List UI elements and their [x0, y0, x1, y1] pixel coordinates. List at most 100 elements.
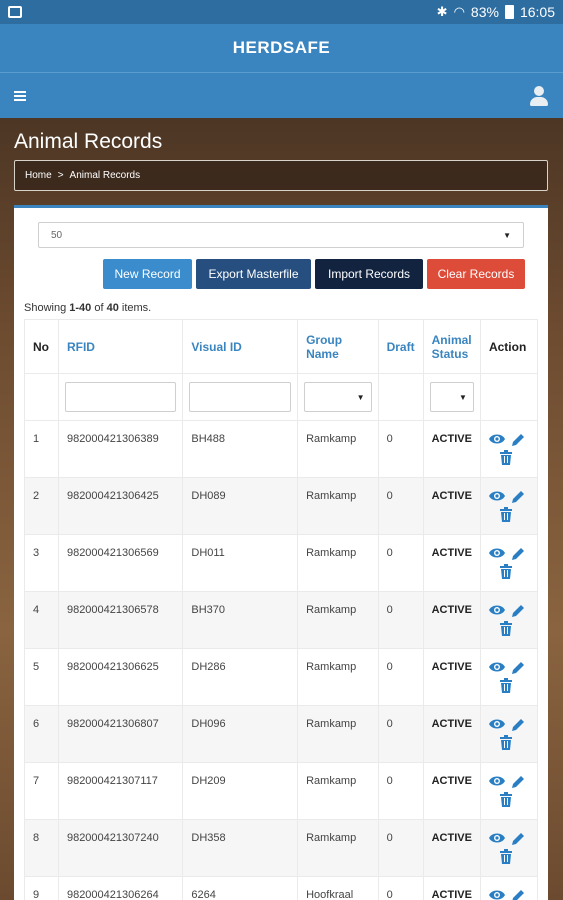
trash-icon[interactable]	[499, 450, 513, 465]
chevron-down-icon: ▼	[459, 392, 467, 402]
cell-draft: 0	[377, 477, 424, 535]
pencil-icon[interactable]	[511, 832, 525, 846]
cell-rfid: 982000421306625	[57, 648, 184, 706]
table-row: 9 982000421306264 6264 Hoofkraal 0 ACTIV…	[24, 876, 539, 900]
row-actions	[488, 490, 529, 522]
header-draft[interactable]: Draft	[377, 319, 424, 374]
pencil-icon[interactable]	[511, 661, 525, 675]
pencil-icon[interactable]	[511, 889, 525, 900]
rfid-filter-input[interactable]	[64, 382, 177, 412]
cell-draft: 0	[377, 534, 424, 592]
cell-draft: 0	[377, 876, 424, 900]
cell-status: ACTIVE	[422, 819, 481, 877]
header-visual-id[interactable]: Visual ID	[182, 319, 299, 374]
page-size-value: 50	[51, 229, 63, 241]
eye-icon[interactable]	[488, 775, 505, 787]
cell-rfid: 982000421306264	[57, 876, 184, 900]
trash-icon[interactable]	[499, 621, 513, 636]
eye-icon[interactable]	[488, 718, 505, 730]
status-right: ✱ ◠ 83% 16:05	[437, 4, 555, 20]
eye-icon[interactable]	[488, 490, 505, 502]
cell-actions	[479, 591, 539, 649]
trash-icon[interactable]	[499, 792, 513, 807]
breadcrumb-home-link[interactable]: Home	[25, 170, 52, 181]
table-row: 8 982000421307240 DH358 Ramkamp 0 ACTIVE	[24, 819, 539, 877]
filter-cell-group: ▼	[297, 373, 379, 421]
cell-status: ACTIVE	[422, 534, 481, 592]
header-group-name[interactable]: Group Name	[297, 319, 379, 374]
eye-icon[interactable]	[488, 604, 505, 616]
page-title: Animal Records	[14, 130, 163, 153]
cell-status: ACTIVE	[422, 477, 481, 535]
table-row: 5 982000421306625 DH286 Ramkamp 0 ACTIVE	[24, 648, 539, 706]
cell-no: 1	[24, 420, 59, 478]
page-size-select[interactable]: 50 ▼	[38, 222, 524, 248]
cell-rfid: 982000421306389	[57, 420, 184, 478]
cell-rfid: 982000421306807	[57, 705, 184, 763]
visual-id-filter-input[interactable]	[189, 382, 292, 412]
eye-icon[interactable]	[488, 547, 505, 559]
filter-cell-status: ▼	[422, 373, 481, 421]
breadcrumb-current: Animal Records	[69, 170, 141, 181]
cell-actions	[479, 648, 539, 706]
table-header-row: No RFID Visual ID Group Name Draft Animal…	[24, 319, 539, 374]
clock: 16:05	[519, 4, 555, 20]
cell-no: 8	[24, 819, 59, 877]
cell-group: Ramkamp	[297, 762, 379, 820]
cell-no: 3	[24, 534, 59, 592]
cell-no: 6	[24, 705, 59, 763]
app-title-bar: HERDSAFE	[0, 24, 563, 72]
cell-group: Ramkamp	[297, 819, 379, 877]
pencil-icon[interactable]	[511, 433, 525, 447]
eye-icon[interactable]	[488, 832, 505, 844]
cell-status: ACTIVE	[422, 876, 481, 900]
export-masterfile-button[interactable]: Export Masterfile	[196, 259, 311, 289]
cell-actions	[479, 534, 539, 592]
system-status-bar: ✱ ◠ 83% 16:05	[0, 0, 563, 24]
clear-records-button[interactable]: Clear Records	[427, 259, 525, 289]
pencil-icon[interactable]	[511, 775, 525, 789]
chevron-down-icon: ▼	[356, 392, 365, 402]
cell-actions	[479, 819, 539, 877]
cell-draft: 0	[377, 819, 424, 877]
cell-group: Ramkamp	[297, 477, 379, 535]
table-row: 1 982000421306389 BH488 Ramkamp 0 ACTIVE	[24, 420, 539, 478]
trash-icon[interactable]	[499, 735, 513, 750]
eye-icon[interactable]	[488, 433, 505, 445]
cell-group: Ramkamp	[297, 591, 379, 649]
trash-icon[interactable]	[499, 678, 513, 693]
trash-icon[interactable]	[499, 849, 513, 864]
group-filter-select[interactable]: ▼	[304, 382, 372, 412]
pencil-icon[interactable]	[511, 547, 525, 561]
row-actions	[488, 718, 529, 750]
filter-cell-rfid	[57, 373, 184, 421]
pencil-icon[interactable]	[511, 718, 525, 732]
filter-cell-visual-id	[182, 373, 299, 421]
cell-visual-id: BH488	[182, 420, 299, 478]
trash-icon[interactable]	[499, 507, 513, 522]
summary-prefix: Showing	[24, 302, 70, 314]
cell-actions	[479, 762, 539, 820]
eye-icon[interactable]	[488, 661, 505, 673]
breadcrumb: Home > Animal Records	[14, 160, 548, 191]
action-buttons: New Record Export Masterfile Import Reco…	[103, 259, 525, 289]
cell-rfid: 982000421307240	[57, 819, 184, 877]
trash-icon[interactable]	[499, 564, 513, 579]
eye-icon[interactable]	[488, 889, 505, 900]
pencil-icon[interactable]	[511, 490, 525, 504]
cell-draft: 0	[377, 591, 424, 649]
import-records-button[interactable]: Import Records	[315, 259, 423, 289]
records-table: No RFID Visual ID Group Name Draft Animal…	[24, 319, 539, 900]
header-rfid[interactable]: RFID	[57, 319, 184, 374]
user-icon[interactable]	[529, 85, 549, 106]
status-filter-select[interactable]: ▼	[429, 382, 474, 412]
summary-suffix: items.	[118, 302, 152, 314]
row-actions	[488, 832, 529, 864]
pencil-icon[interactable]	[511, 604, 525, 618]
cell-visual-id: DH089	[182, 477, 299, 535]
menu-icon[interactable]	[14, 90, 26, 101]
cell-rfid: 982000421306578	[57, 591, 184, 649]
header-no: No	[24, 319, 59, 374]
header-animal-status[interactable]: Animal Status	[422, 319, 481, 374]
new-record-button[interactable]: New Record	[103, 259, 192, 289]
